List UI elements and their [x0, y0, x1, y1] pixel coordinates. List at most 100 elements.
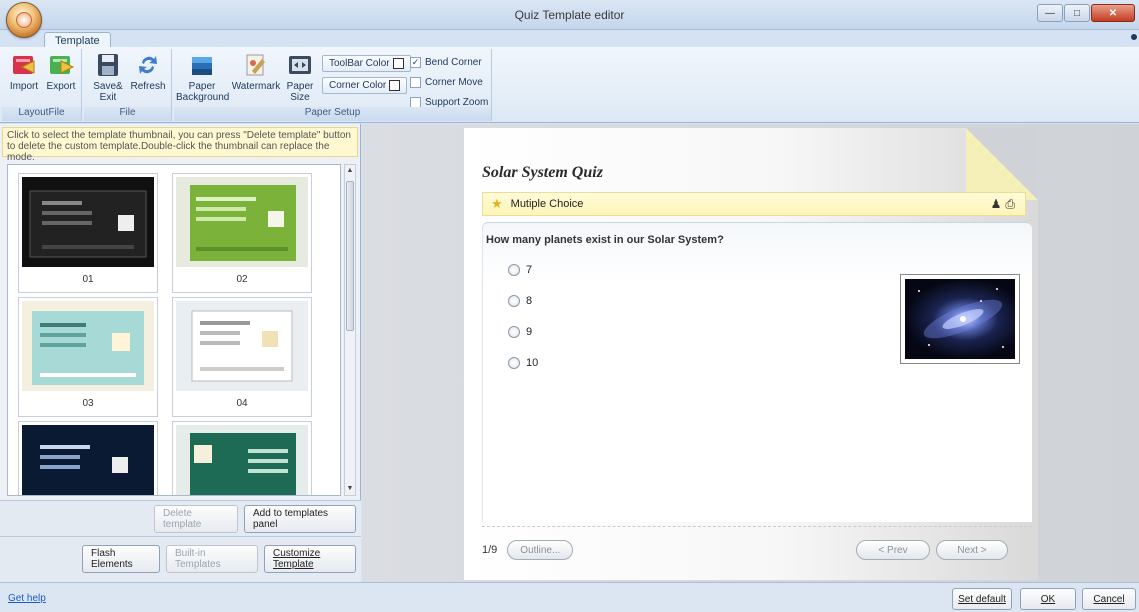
template-hint: Click to select the template thumbnail, …	[2, 127, 358, 163]
option-1[interactable]: 7	[508, 264, 532, 276]
question-text: How many planets exist in our Solar Syst…	[486, 234, 724, 246]
ribbon-group-paper-setup: Paper Background Watermark Paper Size To…	[174, 49, 492, 121]
save-icon	[94, 51, 122, 79]
delete-template-button[interactable]: Delete template	[154, 505, 238, 533]
refresh-button[interactable]: Refresh	[128, 51, 168, 92]
ribbon-help-icon[interactable]	[1131, 34, 1137, 40]
application-menu-button[interactable]	[6, 2, 42, 38]
template-thumbnail-list[interactable]: 01 02 03 04	[7, 164, 341, 496]
paper-size-icon	[286, 51, 314, 79]
customize-template-button[interactable]: Customize Template	[264, 545, 356, 573]
cancel-button[interactable]: Cancel	[1082, 588, 1136, 610]
save-exit-button[interactable]: Save& Exit	[90, 51, 126, 103]
option-2-label: 8	[526, 295, 533, 307]
next-button[interactable]: Next >	[936, 540, 1008, 560]
scrollbar-thumb[interactable]	[346, 181, 354, 331]
option-2[interactable]: 8	[508, 295, 532, 307]
app-logo-icon	[16, 12, 32, 28]
quiz-preview-area: Solar System Quiz ★ Mutiple Choice ♟ ⎙ H…	[362, 124, 1139, 582]
template-preview-01	[22, 177, 154, 267]
question-tools: ♟ ⎙	[991, 197, 1015, 212]
maximize-button[interactable]: □	[1064, 4, 1090, 22]
quiz-title: Solar System Quiz	[482, 164, 603, 181]
prev-button[interactable]: < Prev	[856, 540, 930, 560]
paper-size-button[interactable]: Paper Size	[282, 51, 318, 103]
import-button[interactable]: Import	[6, 51, 42, 92]
option-3[interactable]: 9	[508, 326, 532, 338]
radio-option-4[interactable]	[508, 357, 520, 369]
radio-option-3[interactable]	[508, 326, 520, 338]
option-4-label: 10	[526, 357, 539, 369]
set-default-button[interactable]: Set default	[952, 588, 1012, 610]
bend-corner-check-icon: ✓	[410, 57, 421, 68]
export-button[interactable]: Export	[42, 51, 80, 92]
radio-option-2[interactable]	[508, 295, 520, 307]
outline-button[interactable]: Outline...	[507, 540, 574, 560]
template-source-bar: Flash Elements Built-in Templates Custom…	[0, 536, 361, 582]
template-preview-04	[176, 301, 308, 391]
title-bar: Quiz Template editor — □ ✕	[0, 0, 1139, 30]
option-1-label: 7	[526, 264, 533, 276]
template-thumbnail-04[interactable]: 04	[172, 297, 312, 417]
template-thumbnail-03[interactable]: 03	[18, 297, 158, 417]
bend-corner[interactable]	[966, 128, 1038, 200]
ribbon-tab-strip: Template	[0, 30, 1139, 49]
pager: 1/9 Outline...	[482, 540, 574, 560]
radio-option-1[interactable]	[508, 264, 520, 276]
template-thumbnail-02[interactable]: 02	[172, 173, 312, 293]
watermark-icon	[242, 51, 270, 79]
template-caption-04: 04	[236, 398, 248, 409]
ok-button[interactable]: OK	[1020, 588, 1076, 610]
template-caption-03: 03	[82, 398, 94, 409]
bend-corner-checkbox[interactable]: ✓ Bend Corner	[410, 57, 482, 68]
template-list-scrollbar[interactable]: ▲ ▼	[344, 164, 356, 496]
watermark-label: Watermark	[231, 81, 281, 92]
option-4[interactable]: 10	[508, 357, 538, 369]
toolbar-color-swatch	[392, 58, 404, 69]
print-icon[interactable]: ⎙	[1005, 197, 1015, 212]
corner-color-label: Corner Color	[329, 80, 387, 91]
option-3-label: 9	[526, 326, 533, 338]
flash-elements-button[interactable]: Flash Elements	[82, 545, 160, 573]
import-label: Import	[9, 81, 39, 92]
add-to-templates-panel-button[interactable]: Add to templates panel	[244, 505, 356, 533]
template-thumbnail-01[interactable]: 01	[18, 173, 158, 293]
paper-background-icon	[188, 51, 216, 79]
template-thumbnail-06[interactable]	[172, 421, 312, 495]
bend-corner-label: Bend Corner	[425, 57, 482, 68]
user-icon[interactable]: ♟	[991, 197, 1002, 212]
minimize-button[interactable]: —	[1037, 4, 1063, 22]
page-indicator: 1/9	[482, 544, 498, 556]
export-label: Export	[46, 81, 76, 92]
template-preview-06	[176, 425, 308, 495]
question-type-bar: ★ Mutiple Choice ♟ ⎙	[482, 192, 1026, 216]
template-caption-02: 02	[236, 274, 248, 285]
template-thumbnail-05[interactable]	[18, 421, 158, 495]
status-bar: Get help Set default OK Cancel	[0, 582, 1139, 612]
template-actions-bar: Delete template Add to templates panel	[0, 500, 361, 536]
paper-background-label: Paper Background	[176, 81, 230, 103]
scroll-down-icon[interactable]: ▼	[345, 483, 355, 495]
toolbar-color-button[interactable]: ToolBar Color	[322, 55, 411, 72]
template-preview-05	[22, 425, 154, 495]
export-icon	[47, 51, 75, 79]
refresh-icon	[134, 51, 162, 79]
group-label-file: File	[84, 107, 171, 121]
refresh-label: Refresh	[130, 81, 166, 92]
window-title: Quiz Template editor	[514, 8, 625, 22]
template-preview-03	[22, 301, 154, 391]
get-help-link[interactable]: Get help	[8, 593, 46, 604]
built-in-templates-button[interactable]: Built-in Templates	[166, 545, 258, 573]
toolbar-color-label: ToolBar Color	[329, 58, 390, 69]
ribbon-group-file: Save& Exit Refresh File	[84, 49, 172, 121]
question-box	[482, 222, 1032, 522]
paper-size-label: Paper Size	[286, 81, 314, 103]
scroll-up-icon[interactable]: ▲	[345, 165, 355, 177]
watermark-button[interactable]: Watermark	[230, 51, 282, 92]
template-caption-01: 01	[82, 274, 94, 285]
paper-background-button[interactable]: Paper Background	[176, 51, 230, 103]
corner-move-checkbox[interactable]: Corner Move	[410, 77, 483, 88]
close-button[interactable]: ✕	[1091, 4, 1135, 22]
galaxy-image	[900, 274, 1020, 364]
corner-color-button[interactable]: Corner Color	[322, 77, 408, 94]
